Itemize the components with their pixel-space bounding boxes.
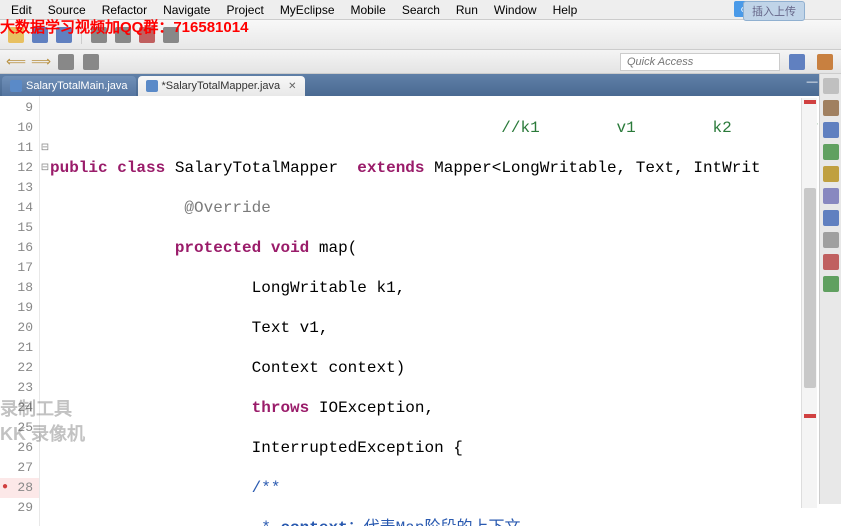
line-number: 11 bbox=[0, 138, 39, 158]
view-icon[interactable] bbox=[823, 100, 839, 116]
view-icon[interactable] bbox=[823, 232, 839, 248]
line-number: 20 bbox=[0, 318, 39, 338]
line-number: 27 bbox=[0, 458, 39, 478]
menu-help[interactable]: Help bbox=[545, 1, 586, 19]
tab-label: *SalaryTotalMapper.java bbox=[162, 80, 281, 92]
line-number: 17 bbox=[0, 258, 39, 278]
error-marker[interactable] bbox=[804, 414, 816, 418]
line-number: 25 bbox=[0, 418, 39, 438]
tool-button[interactable] bbox=[55, 51, 77, 73]
view-icon[interactable] bbox=[823, 78, 839, 94]
perspective-button[interactable] bbox=[814, 51, 836, 73]
quick-access-input[interactable] bbox=[620, 53, 780, 71]
line-number: 28 bbox=[0, 478, 39, 498]
forward-button[interactable]: ⟹ bbox=[30, 51, 52, 73]
upload-button[interactable]: 插入上传 bbox=[743, 1, 805, 21]
junit-icon[interactable] bbox=[823, 276, 839, 292]
outline-icon[interactable] bbox=[823, 122, 839, 138]
fold-gutter: ⊟ ⊟ bbox=[40, 96, 50, 526]
tab-salary-total-main[interactable]: SalaryTotalMain.java bbox=[2, 76, 136, 96]
line-number: 19 bbox=[0, 298, 39, 318]
java-file-icon bbox=[10, 80, 22, 92]
view-icon[interactable] bbox=[823, 210, 839, 226]
view-icon[interactable] bbox=[823, 166, 839, 182]
view-icon[interactable] bbox=[823, 188, 839, 204]
line-number: 21 bbox=[0, 338, 39, 358]
line-number-gutter: 9 10 11 12 13 14 15 16 17 18 19 20 21 22… bbox=[0, 96, 40, 526]
tab-label: SalaryTotalMain.java bbox=[26, 80, 128, 92]
menu-window[interactable]: Window bbox=[486, 1, 545, 19]
line-number: 9 bbox=[0, 98, 39, 118]
line-number: 24 bbox=[0, 398, 39, 418]
error-marker[interactable] bbox=[804, 100, 816, 104]
line-number: 10 bbox=[0, 118, 39, 138]
perspective-button[interactable] bbox=[786, 51, 808, 73]
line-number: 14 bbox=[0, 198, 39, 218]
fold-marker[interactable]: ⊟ bbox=[40, 138, 50, 158]
vertical-scrollbar[interactable] bbox=[801, 98, 817, 508]
line-number: 22 bbox=[0, 358, 39, 378]
menu-run[interactable]: Run bbox=[448, 1, 486, 19]
line-number: 15 bbox=[0, 218, 39, 238]
code-content[interactable]: //k1 v1 k2 v2 public class SalaryTotalMa… bbox=[50, 96, 841, 526]
line-number: 18 bbox=[0, 278, 39, 298]
close-icon[interactable]: ✕ bbox=[288, 81, 296, 92]
secondary-toolbar: ⟸ ⟹ bbox=[0, 50, 841, 74]
line-number: 29 bbox=[0, 498, 39, 518]
minimize-icon[interactable]: — bbox=[807, 76, 818, 89]
menu-search[interactable]: Search bbox=[394, 1, 448, 19]
fold-marker[interactable]: ⊟ bbox=[40, 158, 50, 178]
tool-button[interactable] bbox=[80, 51, 102, 73]
line-number: 12 bbox=[0, 158, 39, 178]
menu-myeclipse[interactable]: MyEclipse bbox=[272, 1, 343, 19]
editor-tab-bar: SalaryTotalMain.java *SalaryTotalMapper.… bbox=[0, 74, 841, 96]
view-icon[interactable] bbox=[823, 144, 839, 160]
line-number: 16 bbox=[0, 238, 39, 258]
line-number: 23 bbox=[0, 378, 39, 398]
overlay-ad-text: 大数据学习视频加QQ群：716581014 bbox=[0, 16, 248, 37]
view-icon[interactable] bbox=[823, 254, 839, 270]
java-file-icon bbox=[146, 80, 158, 92]
code-editor[interactable]: 9 10 11 12 13 14 15 16 17 18 19 20 21 22… bbox=[0, 96, 841, 526]
right-toolbar bbox=[819, 74, 841, 504]
line-number: 13 bbox=[0, 178, 39, 198]
back-button[interactable]: ⟸ bbox=[5, 51, 27, 73]
menu-mobile[interactable]: Mobile bbox=[343, 1, 394, 19]
scroll-thumb[interactable] bbox=[804, 188, 816, 388]
line-number: 26 bbox=[0, 438, 39, 458]
tab-salary-total-mapper[interactable]: *SalaryTotalMapper.java ✕ bbox=[138, 76, 305, 96]
